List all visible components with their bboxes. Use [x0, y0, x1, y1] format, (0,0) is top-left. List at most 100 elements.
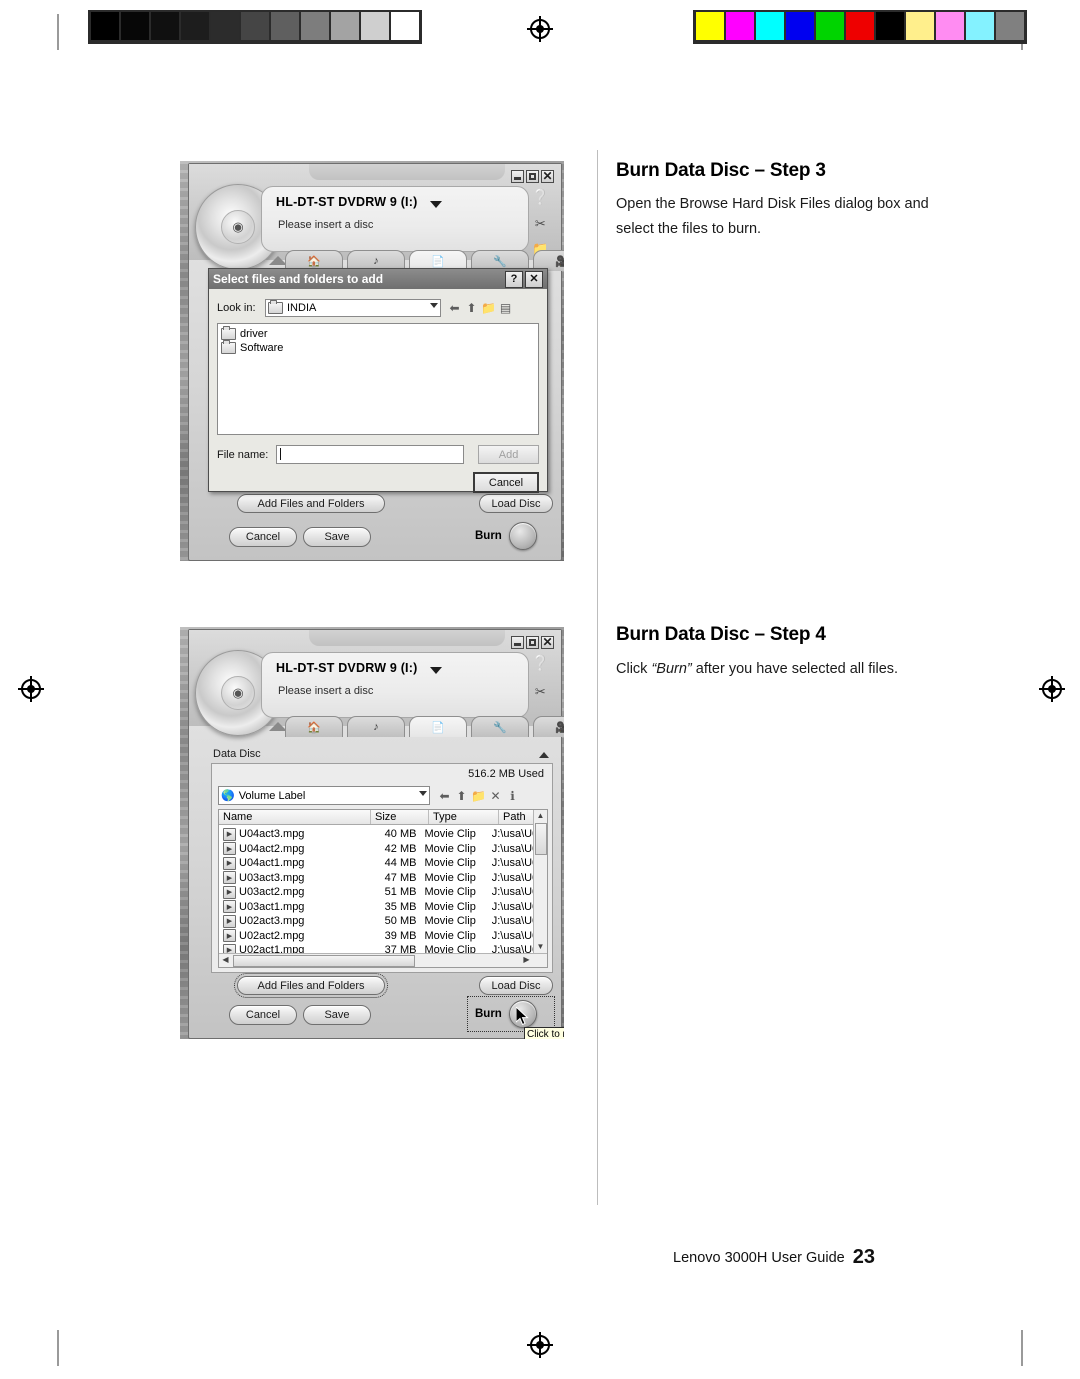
screenshot-step4: ✕ ◉ HL-DT-ST DVDRW 9 (I:) Please insert …	[180, 627, 564, 1039]
column-header[interactable]: Type	[429, 810, 499, 824]
home-tab[interactable]: 🏠	[285, 716, 343, 737]
app-side-icons-step3[interactable]: ❔ ✂ 📁	[531, 190, 550, 255]
views-icon[interactable]: ▤	[497, 300, 514, 317]
page-footer: Lenovo 3000H User Guide 23	[673, 1246, 875, 1269]
list-item[interactable]: driver	[218, 326, 538, 341]
list-item[interactable]: Software	[218, 340, 538, 355]
minimize-button[interactable]	[511, 170, 524, 183]
back-icon[interactable]: ⬅	[446, 300, 463, 317]
wrench-icon[interactable]: ✂	[535, 217, 546, 230]
folder-icon	[268, 300, 283, 314]
close-icon[interactable]: ✕	[541, 170, 554, 183]
collapse-arrow-icon[interactable]	[539, 752, 549, 758]
drive-title-step4[interactable]: HL-DT-ST DVDRW 9 (I:)	[276, 661, 417, 675]
load-disc-button-step4[interactable]: Load Disc	[479, 976, 553, 995]
new-folder-icon[interactable]: 📁	[480, 300, 497, 317]
minimize-button[interactable]	[511, 636, 524, 649]
section-heading-step4: Burn Data Disc – Step 4	[616, 624, 826, 645]
horizontal-scrollbar[interactable]: ◀ ▶	[219, 953, 547, 967]
properties-icon[interactable]: ℹ	[504, 787, 521, 804]
dialog-cancel-row: Cancel	[217, 472, 539, 493]
table-row[interactable]: ▶U03act2.mpg 51 MB Movie Clip J:\usa\U0.	[219, 885, 534, 900]
drive-dropdown-caret-icon[interactable]	[430, 201, 442, 208]
back-icon[interactable]: ⬅	[436, 787, 453, 804]
data-tab[interactable]: 📄	[409, 716, 467, 737]
save-button-step4[interactable]: Save	[303, 1005, 371, 1025]
scroll-right-arrow-icon[interactable]: ▶	[520, 954, 533, 966]
scroll-thumb[interactable]	[535, 823, 547, 855]
type-cell: Movie Clip	[424, 871, 476, 884]
volume-label-combo[interactable]: 🌎 Volume Label	[218, 786, 430, 805]
type-cell: Movie Clip	[424, 842, 476, 855]
video-tab[interactable]: 🎥	[533, 716, 564, 737]
add-files-and-folders-button-step4[interactable]: Add Files and Folders	[234, 973, 388, 998]
cancel-button-step4[interactable]: Cancel	[229, 1005, 297, 1025]
page-content: ✕ ◉ HL-DT-ST DVDRW 9 (I:) Please insert …	[0, 0, 1080, 1379]
scroll-up-arrow-icon[interactable]: ▲	[534, 810, 547, 822]
look-in-value: INDIA	[287, 302, 317, 314]
path-cell: J:\usa\U0.	[491, 886, 534, 899]
drive-panel-step4: HL-DT-ST DVDRW 9 (I:) Please insert a di…	[261, 652, 529, 718]
close-icon[interactable]: ✕	[541, 636, 554, 649]
help-icon[interactable]: ❔	[531, 190, 550, 205]
app-tabstrip-step4[interactable]: 🏠 ♪ 📄 🔧 🎥	[285, 716, 564, 737]
drive-dropdown-caret-icon[interactable]	[430, 667, 442, 674]
scroll-left-arrow-icon[interactable]: ◀	[219, 954, 232, 966]
text-caret	[279, 448, 281, 460]
table-row[interactable]: ▶U04act3.mpg 40 MB Movie Clip J:\usa\U0.	[219, 827, 534, 842]
tools-tab[interactable]: 🔧	[471, 716, 529, 737]
list-item-label: driver	[240, 328, 268, 340]
file-name-cell: U04act2.mpg	[239, 842, 305, 855]
window-controls-step3[interactable]: ✕	[511, 170, 554, 183]
table-row[interactable]: ▶U03act3.mpg 47 MB Movie Clip J:\usa\U0.	[219, 871, 534, 886]
vertical-scrollbar[interactable]: ▲ ▼	[533, 810, 547, 967]
drive-title-step3[interactable]: HL-DT-ST DVDRW 9 (I:)	[276, 195, 417, 209]
table-row[interactable]: ▶U03act1.mpg 35 MB Movie Clip J:\usa\U0.	[219, 900, 534, 915]
column-header[interactable]: Name	[219, 810, 371, 824]
dialog-close-icon[interactable]: ✕	[525, 270, 543, 288]
audio-tab[interactable]: ♪	[347, 716, 405, 737]
add-button[interactable]: Add	[478, 445, 540, 464]
file-table[interactable]: Name Size Type Path ▶ U04act3.mpg 40 MB Movie …	[218, 809, 548, 968]
section-body-step3: Open the Browse Hard Disk Files dialog b…	[616, 196, 929, 237]
path-cell: J:\usa\U0.	[491, 828, 534, 841]
cancel-button-step3[interactable]: Cancel	[229, 527, 297, 547]
app-side-icons-step4[interactable]: ❔ ✂	[531, 656, 550, 698]
table-row[interactable]: ▶U04act2.mpg 42 MB Movie Clip J:\usa\U0.	[219, 842, 534, 857]
save-button-step3[interactable]: Save	[303, 527, 371, 547]
drive-status-step4: Please insert a disc	[278, 685, 374, 697]
table-row[interactable]: ▶U02act2.mpg 39 MB Movie Clip J:\usa\U0.	[219, 929, 534, 944]
wrench-icon[interactable]: ✂	[535, 685, 546, 698]
section-body-step4: Click “Burn” after you have selected all…	[616, 657, 966, 682]
path-cell: J:\usa\U0.	[491, 915, 534, 928]
look-in-row: Look in: INDIA ⬅ ⬆ 📁 ▤	[217, 299, 539, 317]
window-controls-step4[interactable]: ✕	[511, 636, 554, 649]
table-row[interactable]: ▶U02act3.mpg 50 MB Movie Clip J:\usa\U0.	[219, 914, 534, 929]
file-browser-listbox[interactable]: driver Software	[217, 323, 539, 435]
scroll-thumb-horizontal[interactable]	[233, 955, 415, 967]
maximize-button[interactable]	[526, 170, 539, 183]
delete-icon[interactable]: ✕	[487, 787, 504, 804]
table-row[interactable]: ▶U04act1.mpg 44 MB Movie Clip J:\usa\U0.	[219, 856, 534, 871]
file-name-input[interactable]	[275, 445, 465, 464]
scroll-down-arrow-icon[interactable]: ▼	[534, 941, 547, 953]
burner-app-window-step4: ✕ ◉ HL-DT-ST DVDRW 9 (I:) Please insert …	[188, 629, 564, 1039]
folder-icon	[221, 326, 236, 340]
save-label: Save	[324, 531, 350, 543]
look-in-combo[interactable]: INDIA	[265, 299, 441, 317]
size-cell: 42 MB	[384, 842, 417, 855]
file-table-body[interactable]: ▶U04act3.mpg40 MBMovie ClipJ:\usa\U0. ▶U0…	[219, 827, 534, 958]
help-icon[interactable]: ❔	[531, 656, 550, 671]
maximize-button[interactable]	[526, 636, 539, 649]
dialog-cancel-button[interactable]: Cancel	[473, 472, 539, 493]
dialog-help-button[interactable]: ?	[505, 270, 523, 288]
chevron-down-icon[interactable]	[430, 303, 438, 308]
up-one-level-icon[interactable]: ⬆	[463, 300, 480, 317]
chevron-down-icon[interactable]	[419, 791, 427, 796]
burn-knob-button-step3[interactable]	[509, 522, 537, 550]
add-files-label: Add Files and Folders	[257, 979, 365, 992]
new-folder-icon[interactable]: 📁	[470, 787, 487, 804]
column-header[interactable]: Size	[371, 810, 429, 824]
up-one-level-icon[interactable]: ⬆	[453, 787, 470, 804]
cancel-label: Cancel	[245, 1009, 281, 1021]
